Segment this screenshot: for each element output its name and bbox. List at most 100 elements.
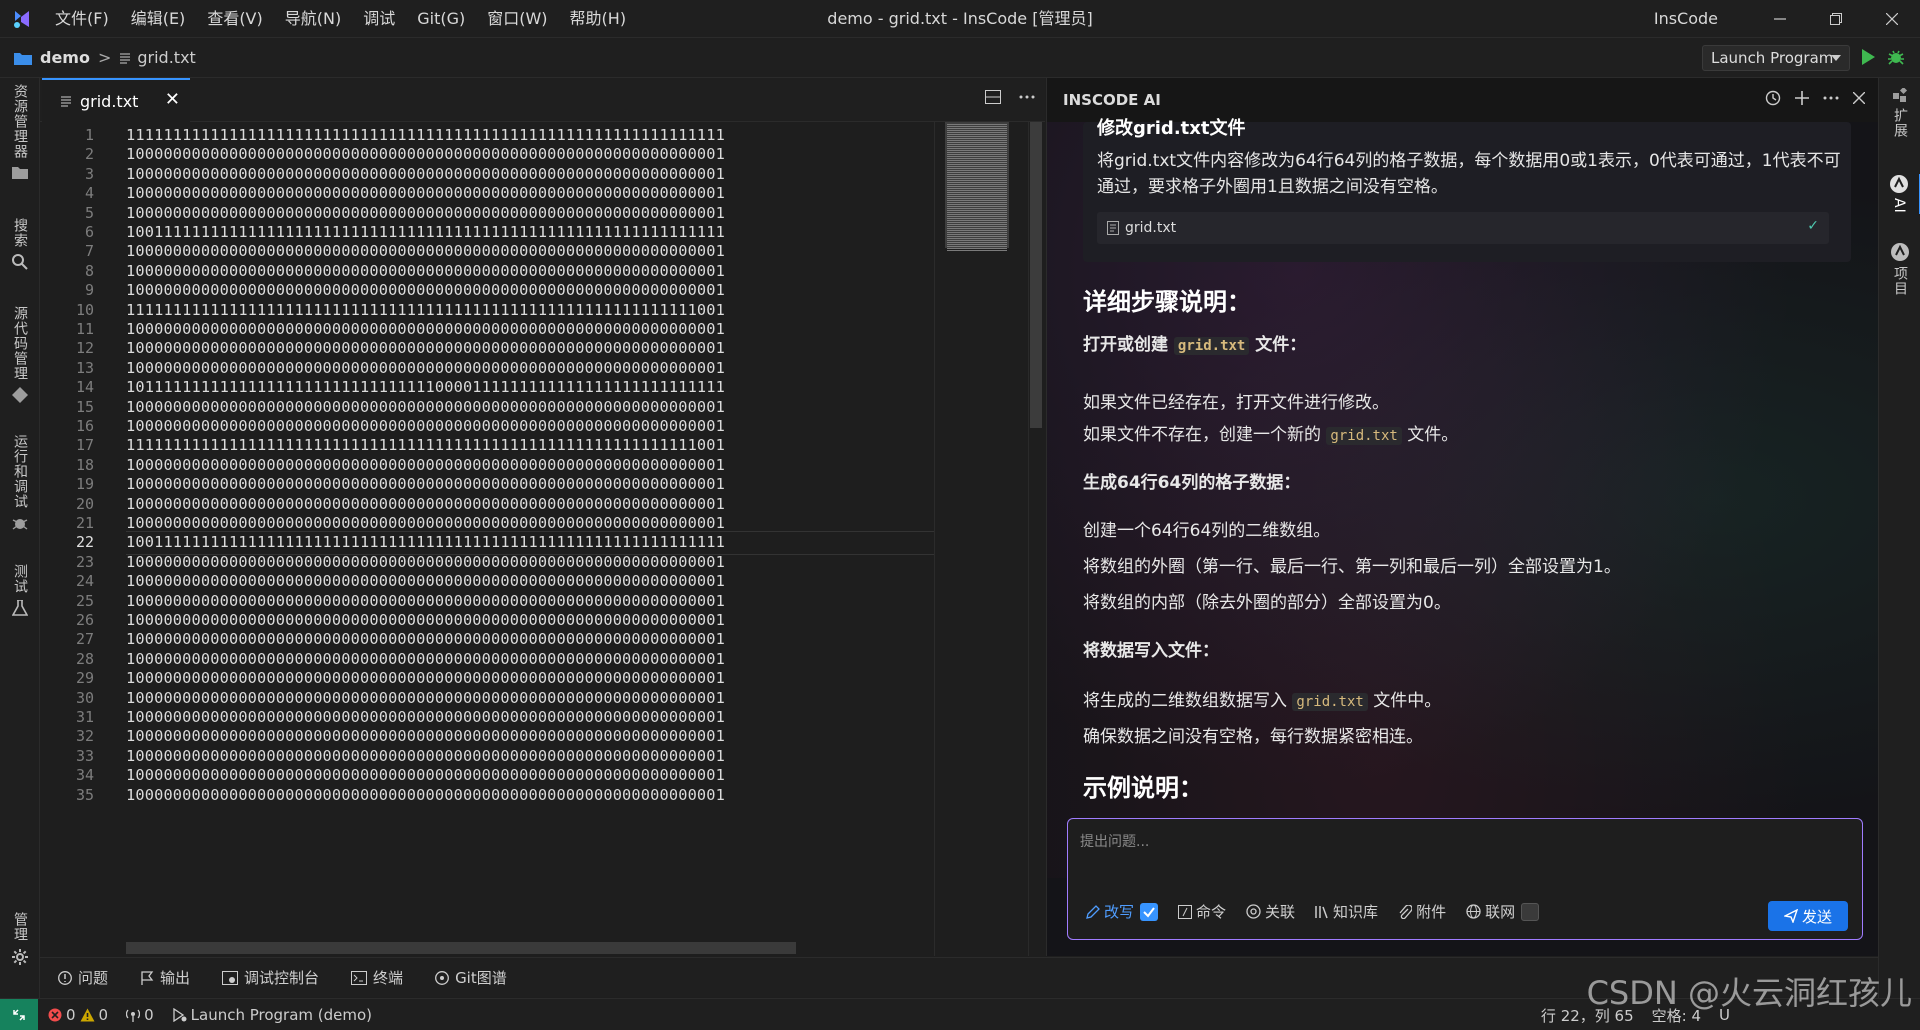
chat-input-box[interactable]: 提出问题... 改写 命令 关联 知识库 附件 联网 发送 <box>1067 818 1863 940</box>
breadcrumb-folder[interactable]: demo <box>40 48 90 67</box>
line-number: 5 <box>84 203 94 222</box>
code-line[interactable]: 1000000000000000000000000000000000000000… <box>126 630 725 648</box>
activity-test[interactable]: 测试 <box>0 564 40 616</box>
code-line[interactable]: 1111111111111111111111111111111111111111… <box>126 126 725 144</box>
option-relate[interactable]: 关联 <box>1246 901 1295 922</box>
code-line[interactable]: 1000000000000000000000000000000000000000… <box>126 514 725 532</box>
option-rewrite[interactable]: 改写 <box>1086 901 1159 922</box>
activity-scm[interactable]: 源代码管理 <box>0 306 40 403</box>
code-line[interactable]: 1000000000000000000000000000000000000000… <box>126 417 725 435</box>
run-button[interactable] <box>1860 48 1876 70</box>
menu-debug[interactable]: 调试 <box>352 0 406 38</box>
menu-navigate[interactable]: 导航(N) <box>274 0 352 38</box>
option-knowledge-base[interactable]: 知识库 <box>1315 901 1378 922</box>
launch-status[interactable]: Launch Program (demo) <box>172 1006 372 1024</box>
tab-grid-txt[interactable]: grid.txt ✕ <box>42 78 190 122</box>
tab-git-graph[interactable]: Git图谱 <box>435 967 507 988</box>
rightbar-project[interactable]: 项目 <box>1879 242 1920 296</box>
code-line[interactable]: 1000000000000000000000000000000000000000… <box>126 262 725 280</box>
code-line[interactable]: 1000000000000000000000000000000000000000… <box>126 145 725 163</box>
code-line[interactable]: 1000000000000000000000000000000000000000… <box>126 204 725 222</box>
code-line[interactable]: 1111111111111111111111111111111111111111… <box>126 436 725 454</box>
activity-run-debug[interactable]: 运行和调试 <box>0 434 40 531</box>
activity-search[interactable]: 搜索 <box>0 218 40 270</box>
code-line[interactable]: 1000000000000000000000000000000000000000… <box>126 553 725 571</box>
line-number: 10 <box>75 300 94 319</box>
menu-git[interactable]: Git(G) <box>406 0 476 38</box>
tab-output[interactable]: 输出 <box>140 967 190 988</box>
code-line[interactable]: 1000000000000000000000000000000000000000… <box>126 242 725 260</box>
minimap-line <box>947 142 1007 143</box>
code-line[interactable]: 1000000000000000000000000000000000000000… <box>126 320 725 338</box>
more-icon[interactable] <box>1823 96 1839 100</box>
option-command[interactable]: 命令 <box>1178 901 1226 922</box>
close-icon[interactable] <box>1853 92 1865 104</box>
code-line[interactable]: 1000000000000000000000000000000000000000… <box>126 611 725 629</box>
code-line[interactable]: 1000000000000000000000000000000000000000… <box>126 669 725 687</box>
code-line[interactable]: 1000000000000000000000000000000000000000… <box>126 708 725 726</box>
code-line[interactable]: 1000000000000000000000000000000000000000… <box>126 786 725 804</box>
launch-config-select[interactable]: Launch Program <box>1702 45 1850 71</box>
code-line[interactable]: 1000000000000000000000000000000000000000… <box>126 456 725 474</box>
remote-indicator[interactable] <box>0 998 38 1030</box>
code-line[interactable]: 1000000000000000000000000000000000000000… <box>126 650 725 668</box>
editor-horizontal-scrollbar[interactable] <box>126 942 796 954</box>
ports-status[interactable]: 0 <box>126 1006 154 1024</box>
step3-item-a: 将生成的二维数组数据写入 grid.txt 文件中。 <box>1083 691 1442 711</box>
close-window-button[interactable] <box>1864 0 1920 38</box>
breadcrumb-file[interactable]: grid.txt <box>137 48 195 67</box>
debug-button[interactable] <box>1886 47 1906 71</box>
code-line[interactable]: 1000000000000000000000000000000000000000… <box>126 339 725 357</box>
editor-vertical-scrollbar[interactable] <box>1028 122 1042 956</box>
rewrite-checkbox[interactable] <box>1140 902 1159 921</box>
code-line[interactable]: 1001111111111111111111111111111111111111… <box>126 533 725 551</box>
tab-debug-console[interactable]: 调试控制台 <box>222 967 319 988</box>
code-line[interactable]: 1000000000000000000000000000000000000000… <box>126 398 725 416</box>
menu-window[interactable]: 窗口(W) <box>476 0 558 38</box>
code-content[interactable]: 1111111111111111111111111111111111111111… <box>126 122 966 956</box>
code-line[interactable]: 1000000000000000000000000000000000000000… <box>126 495 725 513</box>
history-icon[interactable] <box>1765 90 1781 106</box>
activity-explorer[interactable]: 资源管理器 <box>0 78 40 179</box>
code-line[interactable]: 1011111111111111111111111111111110000111… <box>126 378 725 396</box>
minimap[interactable] <box>934 122 1014 956</box>
option-web[interactable]: 联网 <box>1466 901 1540 922</box>
rightbar-ai[interactable]: AI <box>1879 174 1920 214</box>
code-line[interactable]: 1000000000000000000000000000000000000000… <box>126 165 725 183</box>
minimize-button[interactable] <box>1752 0 1808 38</box>
inscode-logo-icon[interactable] <box>0 0 44 38</box>
code-line[interactable]: 1001111111111111111111111111111111111111… <box>126 223 725 241</box>
code-line[interactable]: 1111111111111111111111111111111111111111… <box>126 301 725 319</box>
tab-terminal[interactable]: 终端 <box>351 967 403 988</box>
code-line[interactable]: 1000000000000000000000000000000000000000… <box>126 747 725 765</box>
split-editor-icon[interactable] <box>985 90 1001 104</box>
scrollbar-thumb[interactable] <box>1030 122 1042 428</box>
menu-help[interactable]: 帮助(H) <box>559 0 638 38</box>
more-icon[interactable] <box>1019 95 1035 99</box>
line-number: 17 <box>75 436 94 455</box>
code-line[interactable]: 1000000000000000000000000000000000000000… <box>126 592 725 610</box>
send-button[interactable]: 发送 <box>1768 901 1848 931</box>
web-checkbox[interactable] <box>1521 902 1540 921</box>
problems-status[interactable]: 0 0 <box>48 1006 108 1024</box>
code-line[interactable]: 1000000000000000000000000000000000000000… <box>126 359 725 377</box>
plus-icon[interactable] <box>1795 91 1809 105</box>
tab-problems[interactable]: 问题 <box>58 967 108 988</box>
tab-close-icon[interactable]: ✕ <box>165 89 180 110</box>
globe-icon <box>1466 904 1481 919</box>
file-reference[interactable]: grid.txt ✓ <box>1097 212 1829 244</box>
code-line[interactable]: 1000000000000000000000000000000000000000… <box>126 475 725 493</box>
code-line[interactable]: 1000000000000000000000000000000000000000… <box>126 766 725 784</box>
rightbar-extensions[interactable]: 扩展 <box>1879 88 1920 138</box>
menu-view[interactable]: 查看(V) <box>196 0 273 38</box>
code-line[interactable]: 1000000000000000000000000000000000000000… <box>126 281 725 299</box>
activity-manage[interactable]: 管理 <box>0 912 40 966</box>
option-attachment[interactable]: 附件 <box>1398 901 1446 922</box>
code-line[interactable]: 1000000000000000000000000000000000000000… <box>126 727 725 745</box>
menu-file[interactable]: 文件(F) <box>44 0 120 38</box>
code-line[interactable]: 1000000000000000000000000000000000000000… <box>126 184 725 202</box>
code-line[interactable]: 1000000000000000000000000000000000000000… <box>126 689 725 707</box>
restore-button[interactable] <box>1808 0 1864 38</box>
code-line[interactable]: 1000000000000000000000000000000000000000… <box>126 572 725 590</box>
menu-edit[interactable]: 编辑(E) <box>120 0 197 38</box>
